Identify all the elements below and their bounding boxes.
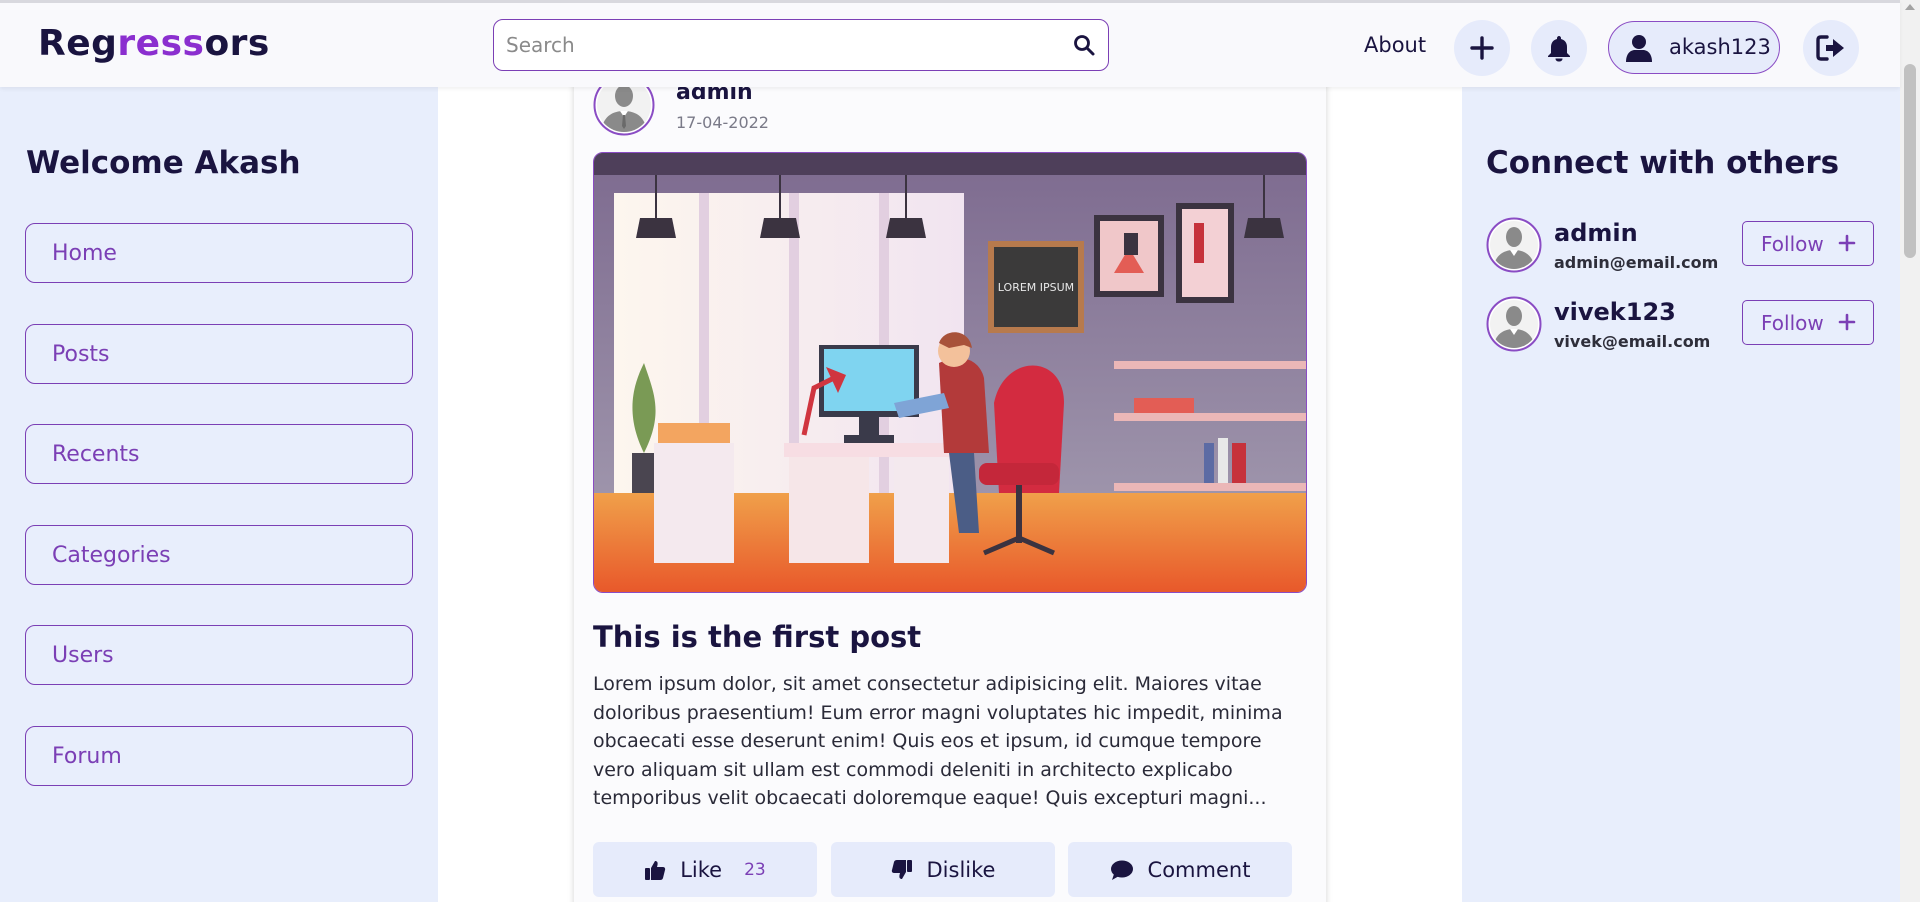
notifications-button[interactable] xyxy=(1531,20,1587,76)
sidebar-item-recents[interactable]: Recents xyxy=(25,424,413,484)
chalkboard-text: LOREM IPSUM xyxy=(998,281,1074,294)
bell-icon xyxy=(1548,36,1570,62)
search-bar xyxy=(493,19,1109,71)
plus-icon xyxy=(1838,313,1856,331)
sidebar-item-users[interactable]: Users xyxy=(25,625,413,685)
about-link[interactable]: About xyxy=(1364,33,1426,57)
post-body-line: temporibus velit obcaecati doloremque ea… xyxy=(593,787,1267,810)
suggested-user: admin admin@email.com Follow xyxy=(1486,217,1886,277)
follow-label: Follow xyxy=(1761,231,1824,256)
user-name[interactable]: vivek123 xyxy=(1554,298,1676,326)
like-button[interactable]: Like 23 xyxy=(593,842,817,897)
plus-icon xyxy=(1838,234,1856,252)
comment-button[interactable]: Comment xyxy=(1068,842,1292,897)
sidebar-item-home[interactable]: Home xyxy=(25,223,413,283)
scroll-up-arrow[interactable] xyxy=(1905,4,1915,10)
search-icon[interactable] xyxy=(1072,33,1096,57)
left-sidebar: Welcome Akash Home Posts Recents Categor… xyxy=(0,87,438,902)
post-body-line: vero aliquam sit ullam est commodi delen… xyxy=(593,758,1233,781)
sign-out-icon xyxy=(1816,35,1844,61)
dislike-label: Dislike xyxy=(926,857,996,882)
welcome-heading: Welcome Akash xyxy=(26,145,301,181)
user-email: admin@email.com xyxy=(1554,253,1719,272)
user-profile-button[interactable]: akash123 xyxy=(1608,21,1780,74)
post-title[interactable]: This is the first post xyxy=(593,620,921,654)
username-label: akash123 xyxy=(1669,35,1771,59)
thumbs-down-icon xyxy=(891,859,912,879)
follow-button[interactable]: Follow xyxy=(1742,221,1874,266)
search-input[interactable] xyxy=(506,30,1046,60)
connect-heading: Connect with others xyxy=(1486,145,1840,181)
brand-logo-part3: ors xyxy=(204,23,270,64)
suggested-user: vivek123 vivek@email.com Follow xyxy=(1486,296,1886,356)
post-body-line: Lorem ipsum dolor, sit amet consectetur … xyxy=(593,673,1262,695)
post-date: 17-04-2022 xyxy=(676,113,769,132)
follow-label: Follow xyxy=(1761,310,1824,335)
post-image: LOREM IPSUM xyxy=(593,152,1307,593)
sidebar-item-categories[interactable]: Categories xyxy=(25,525,413,585)
follow-button[interactable]: Follow xyxy=(1742,300,1874,345)
brand-logo-part2: ress xyxy=(117,23,205,64)
user-avatar[interactable] xyxy=(1486,217,1542,273)
like-label: Like xyxy=(680,857,723,882)
dislike-button[interactable]: Dislike xyxy=(831,842,1055,897)
user-email: vivek@email.com xyxy=(1554,332,1711,351)
like-count: 23 xyxy=(744,859,766,880)
logout-button[interactable] xyxy=(1803,20,1859,76)
comment-icon xyxy=(1110,860,1133,880)
post-body: Lorem ipsum dolor, sit amet consectetur … xyxy=(593,670,1293,813)
sidebar-item-posts[interactable]: Posts xyxy=(25,324,413,384)
right-sidebar: Connect with others admin admin@email.co… xyxy=(1462,87,1900,902)
user-icon xyxy=(1625,34,1653,62)
user-name[interactable]: admin xyxy=(1554,219,1638,247)
plus-icon xyxy=(1470,36,1494,60)
brand-logo[interactable]: Regressors xyxy=(38,23,270,64)
thumbs-up-icon xyxy=(645,860,666,880)
add-post-button[interactable] xyxy=(1454,20,1510,76)
post-body-line: obcaecati esse deserunt enim! Quis eos e… xyxy=(593,730,1262,753)
scrollbar-thumb[interactable] xyxy=(1904,64,1916,258)
top-navbar: Regressors About akash123 xyxy=(0,0,1900,87)
comment-label: Comment xyxy=(1147,857,1251,882)
sidebar-item-forum[interactable]: Forum xyxy=(25,726,413,786)
post-body-line: doloribus praesentium! Eum error magni v… xyxy=(593,701,1283,724)
brand-logo-part1: Reg xyxy=(38,23,118,64)
user-avatar[interactable] xyxy=(1486,296,1542,352)
